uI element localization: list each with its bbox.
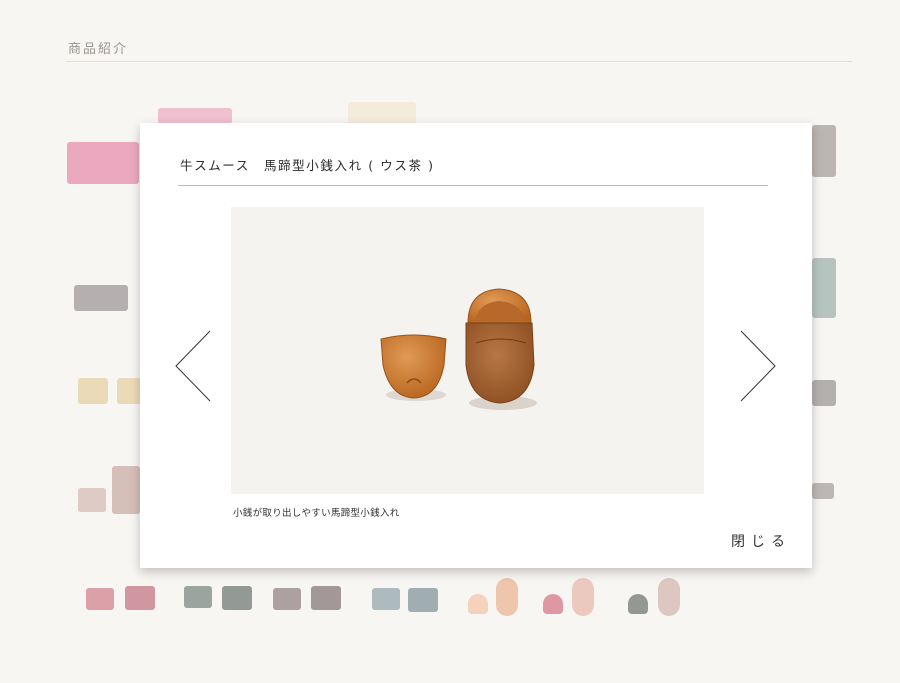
product-thumbnail[interactable] (348, 102, 416, 124)
product-thumbnail[interactable] (543, 594, 563, 614)
product-thumbnail[interactable] (628, 594, 648, 614)
coin-purse-image (380, 288, 537, 410)
product-thumbnail[interactable] (74, 285, 128, 311)
product-photo (231, 207, 704, 494)
product-thumbnail[interactable] (125, 586, 155, 610)
product-thumbnail[interactable] (311, 586, 341, 610)
product-thumbnail[interactable] (78, 488, 106, 512)
modal-divider (178, 185, 768, 186)
section-divider (66, 61, 852, 62)
prev-button[interactable] (174, 329, 214, 403)
chevron-left-icon (175, 330, 211, 402)
product-thumbnail[interactable] (812, 125, 836, 177)
product-thumbnail[interactable] (496, 578, 518, 616)
modal-title: 牛スムース 馬蹄型小銭入れ ( ウス茶 ) (180, 158, 435, 173)
next-button[interactable] (737, 329, 777, 403)
page-title: 商品紹介 (68, 42, 129, 57)
product-thumbnail[interactable] (273, 588, 301, 610)
product-thumbnail[interactable] (158, 108, 232, 124)
product-thumbnail[interactable] (372, 588, 400, 610)
product-thumbnail[interactable] (184, 586, 212, 608)
product-thumbnail[interactable] (78, 378, 108, 404)
product-thumbnail[interactable] (408, 588, 438, 612)
product-thumbnail[interactable] (812, 258, 836, 318)
product-thumbnail[interactable] (572, 578, 594, 616)
product-thumbnail[interactable] (112, 466, 140, 514)
product-thumbnail[interactable] (812, 380, 836, 406)
close-button[interactable]: 閉じる (731, 531, 791, 551)
product-thumbnail[interactable] (468, 594, 488, 614)
product-modal: 牛スムース 馬蹄型小銭入れ ( ウス茶 ) 小銭が取り出しやすい馬蹄型小銭入れ … (140, 123, 812, 568)
product-thumbnail[interactable] (67, 142, 139, 184)
product-thumbnail[interactable] (222, 586, 252, 610)
product-thumbnail[interactable] (117, 378, 141, 404)
photo-caption: 小銭が取り出しやすい馬蹄型小銭入れ (233, 508, 400, 519)
product-thumbnail[interactable] (658, 578, 680, 616)
product-thumbnail[interactable] (812, 483, 834, 499)
chevron-right-icon (740, 330, 776, 402)
product-thumbnail[interactable] (86, 588, 114, 610)
